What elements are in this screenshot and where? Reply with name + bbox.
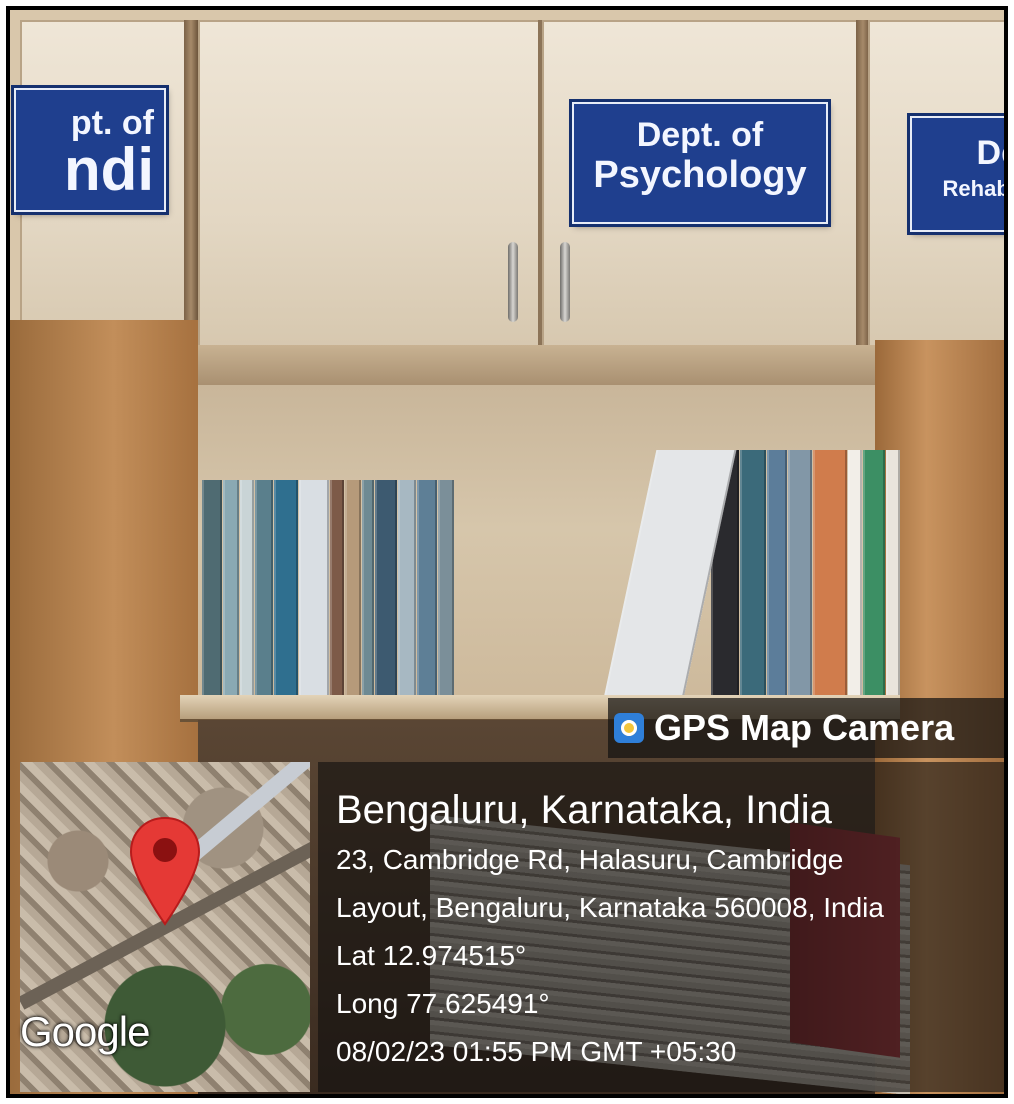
- sign-mid-line2: Psychology: [593, 154, 807, 196]
- books-left-group: [202, 480, 455, 698]
- sign-left-line1: pt. of: [70, 104, 154, 142]
- latitude-readout: Lat 12.974515°: [336, 940, 527, 971]
- sign-left-line2: ndi: [64, 136, 154, 203]
- book: [240, 480, 254, 698]
- address-line-1: 23, Cambridge Rd, Halasuru, Cambridge: [336, 844, 844, 875]
- door-handle-right: [560, 242, 570, 322]
- google-logo: Google: [20, 1008, 150, 1055]
- book: [767, 450, 787, 698]
- sign-right-line1: De: [976, 134, 1004, 172]
- book: [788, 450, 812, 698]
- gps-app-name: GPS Map Camera: [654, 707, 955, 748]
- book: [255, 480, 273, 698]
- map-pin-icon: [129, 816, 201, 926]
- book: [274, 480, 298, 698]
- photo-frame: pt. of ndi Dept. of Psychology De Rehabi…: [6, 6, 1008, 1098]
- book: [223, 480, 239, 698]
- timestamp-readout: 08/02/23 01:55 PM GMT +05:30: [336, 1036, 737, 1067]
- gps-camera-app-icon: [614, 713, 644, 743]
- book: [813, 450, 847, 698]
- book: [417, 480, 437, 698]
- cabinet-photo: pt. of ndi Dept. of Psychology De Rehabi…: [10, 10, 1004, 1094]
- cabinet-door-center-left: [198, 20, 540, 355]
- dept-sign-right: De Rehabil: [910, 116, 1008, 232]
- book: [330, 480, 344, 698]
- book: [375, 480, 397, 698]
- books-right-group: [603, 450, 901, 698]
- book: [886, 450, 900, 698]
- cabinet-divider: [184, 20, 198, 355]
- book: [848, 450, 862, 698]
- book: [299, 480, 329, 698]
- sign-mid-line1: Dept. of: [636, 116, 764, 154]
- book: [863, 450, 885, 698]
- location-title: Bengaluru, Karnataka, India: [336, 788, 832, 832]
- book: [345, 480, 361, 698]
- address-line-2: Layout, Bengaluru, Karnataka 560008, Ind…: [336, 892, 884, 923]
- dept-sign-psychology: Dept. of Psychology: [572, 102, 828, 224]
- door-handle-left: [508, 242, 518, 322]
- book: [398, 480, 416, 698]
- book: [202, 480, 222, 698]
- book: [362, 480, 374, 698]
- book: [438, 480, 454, 698]
- sign-right-line2: Rehabil: [942, 176, 1008, 201]
- gps-app-title: GPS Map Camera: [614, 704, 954, 752]
- dept-sign-left: pt. of ndi: [14, 88, 166, 212]
- longitude-readout: Long 77.625491°: [336, 988, 550, 1019]
- book: [740, 450, 766, 698]
